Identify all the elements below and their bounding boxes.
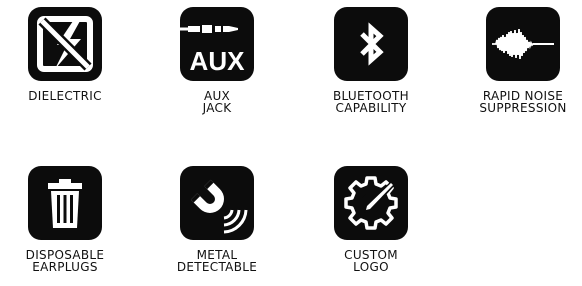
feature-label: AUX JACK (202, 89, 232, 115)
gear-pencil-icon (334, 166, 408, 240)
aux-text: AUX (190, 46, 246, 76)
feature-label: BLUETOOTH CAPABILITY (333, 89, 409, 115)
aux-jack-icon: AUX (180, 7, 254, 81)
feature-rapid-noise: RAPID NOISE SUPPRESSION (458, 7, 582, 114)
feature-custom-logo: CUSTOM LOGO (306, 166, 436, 273)
feature-metal-detectable: METAL DETECTABLE (152, 166, 282, 273)
feature-label: DIELECTRIC (28, 89, 102, 103)
feature-label: DISPOSABLE EARPLUGS (25, 248, 105, 274)
feature-disposable: DISPOSABLE EARPLUGS (0, 166, 130, 273)
waveform-icon (486, 7, 560, 81)
feature-label: RAPID NOISE SUPPRESSION (479, 89, 567, 115)
feature-label: CUSTOM LOGO (344, 248, 398, 274)
feature-dielectric: DIELECTRIC (0, 7, 130, 102)
feature-aux-jack: AUX AUX JACK (152, 7, 282, 114)
magnet-icon (180, 166, 254, 240)
no-lightning-icon (28, 7, 102, 81)
feature-label: METAL DETECTABLE (176, 248, 258, 274)
bluetooth-icon (334, 7, 408, 81)
feature-bluetooth: BLUETOOTH CAPABILITY (306, 7, 436, 114)
trash-can-icon (28, 166, 102, 240)
